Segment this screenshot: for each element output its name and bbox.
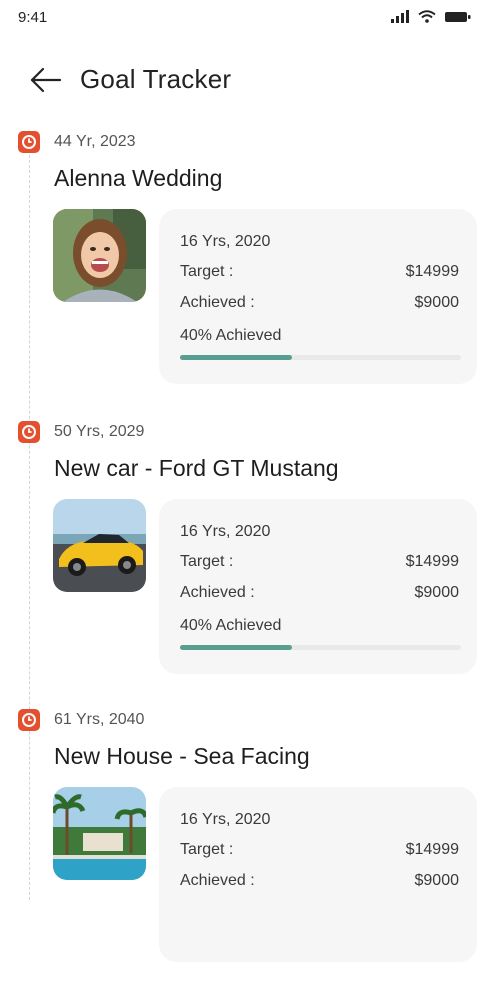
clock-icon bbox=[18, 709, 40, 731]
status-time: 9:41 bbox=[18, 9, 48, 26]
goal-title: Alenna Wedding bbox=[54, 165, 223, 191]
clock-icon bbox=[18, 421, 40, 443]
goal-period: 16 Yrs, 2020 bbox=[180, 523, 271, 540]
signal-icon bbox=[391, 10, 409, 23]
goal-date: 50 Yrs, 2029 bbox=[54, 423, 145, 440]
target-label: Target : bbox=[180, 263, 234, 280]
goal-date: 44 Yr, 2023 bbox=[54, 133, 136, 150]
achieved-value: $9000 bbox=[414, 584, 460, 601]
target-label: Target : bbox=[180, 553, 234, 570]
progress-bar bbox=[180, 645, 461, 650]
achieved-label: Achieved : bbox=[180, 584, 255, 601]
goal-image-girl-portrait bbox=[53, 209, 146, 302]
app-header: Goal Tracker bbox=[0, 56, 487, 104]
target-value: $14999 bbox=[405, 841, 459, 858]
goal-date: 61 Yrs, 2040 bbox=[54, 711, 145, 728]
progress-text: 40% Achieved bbox=[180, 327, 282, 344]
progress-bar bbox=[180, 355, 461, 360]
wifi-icon bbox=[418, 10, 436, 23]
goal-card[interactable]: 16 Yrs, 2020 Target : $14999 Achieved : … bbox=[159, 787, 477, 962]
goal-image-resort-pool bbox=[53, 787, 146, 880]
battery-icon bbox=[445, 11, 471, 22]
clock-icon bbox=[18, 131, 40, 153]
goal-card[interactable]: 16 Yrs, 2020 Target : $14999 Achieved : … bbox=[159, 209, 477, 384]
status-bar: 9:41 bbox=[0, 0, 487, 36]
achieved-value: $9000 bbox=[414, 294, 460, 311]
status-icons bbox=[391, 10, 471, 23]
progress-fill bbox=[180, 645, 293, 650]
progress-fill bbox=[180, 355, 293, 360]
back-arrow-icon[interactable] bbox=[30, 66, 62, 94]
goal-title: New House - Sea Facing bbox=[54, 743, 310, 769]
goal-item[interactable]: 61 Yrs, 2040 New House - Sea Facing 16 Y… bbox=[0, 709, 487, 989]
goal-period: 16 Yrs, 2020 bbox=[180, 811, 271, 828]
achieved-label: Achieved : bbox=[180, 294, 255, 311]
page-title: Goal Tracker bbox=[80, 64, 232, 94]
target-label: Target : bbox=[180, 841, 234, 858]
goal-title: New car - Ford GT Mustang bbox=[54, 455, 339, 481]
target-value: $14999 bbox=[405, 553, 459, 570]
goal-item[interactable]: 44 Yr, 2023 Alenna Wedding 16 Yrs, 2020 … bbox=[0, 131, 487, 411]
target-value: $14999 bbox=[405, 263, 459, 280]
achieved-label: Achieved : bbox=[180, 872, 255, 889]
goal-period: 16 Yrs, 2020 bbox=[180, 233, 271, 250]
goal-card[interactable]: 16 Yrs, 2020 Target : $14999 Achieved : … bbox=[159, 499, 477, 674]
goal-item[interactable]: 50 Yrs, 2029 New car - Ford GT Mustang 1… bbox=[0, 421, 487, 701]
progress-text: 40% Achieved bbox=[180, 617, 282, 634]
achieved-value: $9000 bbox=[414, 872, 460, 889]
goal-image-yellow-sports-car bbox=[53, 499, 146, 592]
